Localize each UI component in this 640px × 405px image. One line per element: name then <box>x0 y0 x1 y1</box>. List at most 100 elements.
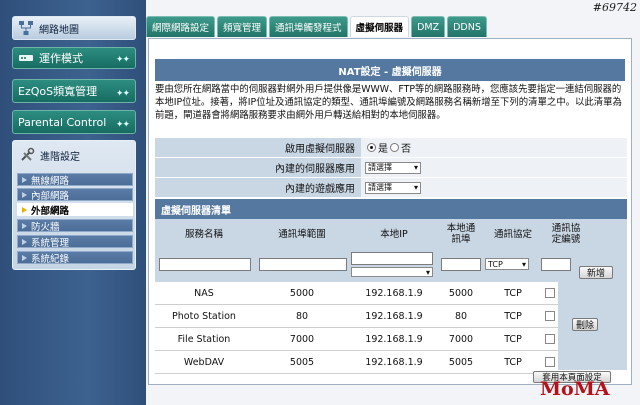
sparkle-icon: ✦✦ <box>115 89 130 99</box>
protocol-select[interactable]: TCP ▾ <box>485 258 529 270</box>
cell-name: WebDAV <box>183 356 225 368</box>
builtin-app-row: 內建的伺服器應用 請選擇 ▾ <box>155 158 627 178</box>
radio-yes[interactable] <box>367 143 376 152</box>
triangle-right-icon <box>22 254 27 261</box>
radio-no[interactable] <box>390 143 399 152</box>
port-range-input[interactable] <box>259 258 347 271</box>
select-value: 請選擇 <box>368 163 392 172</box>
cell-local_port: 5005 <box>448 356 474 368</box>
moma-watermark: MoMA <box>540 378 610 400</box>
row-checkbox[interactable] <box>544 288 555 298</box>
nav-ezqos-label: EzQoS頻寬管理 <box>18 85 98 98</box>
tab-ddns[interactable]: DDNS <box>447 16 487 37</box>
builtin-game-row: 內建的遊戲應用 請選擇 ▾ <box>155 178 627 198</box>
nav-ezqos[interactable]: EzQoS頻寬管理 ✦✦ <box>12 79 136 103</box>
cell-local_port: 80 <box>454 310 468 322</box>
enable-row: 啟用虛擬伺服器 是 否 <box>155 138 627 158</box>
network-map-icon <box>18 20 34 36</box>
service-name-input[interactable] <box>159 258 251 271</box>
col-service-name: 服務名稱 <box>184 228 223 240</box>
table-row: File Station 7000 192.168.1.9 7000 TCP <box>155 328 558 351</box>
col-action <box>591 219 627 249</box>
protocol-number-input[interactable] <box>541 258 571 271</box>
cell-name: NAS <box>194 287 214 299</box>
delete-button[interactable]: 刪除 <box>572 318 598 331</box>
col-protocol-number: 通訊協定編號 <box>551 223 581 245</box>
tab-virtual-server[interactable]: 虛擬伺服器 <box>349 16 410 37</box>
nav-parental-control[interactable]: Parental Control ✦✦ <box>12 110 136 134</box>
enable-label: 啟用虛擬伺服器 <box>155 138 361 157</box>
triangle-right-icon <box>22 222 27 229</box>
radio-yes-label: 是 <box>378 144 388 155</box>
select-value: 請選擇 <box>368 183 392 192</box>
builtin-app-select[interactable]: 請選擇 ▾ <box>365 161 421 174</box>
cell-ip: 192.168.1.9 <box>365 356 423 368</box>
triangle-right-icon <box>22 191 27 198</box>
select-value: TCP <box>488 259 503 269</box>
input-row: ▾ TCP ▾ 新增 <box>155 249 627 283</box>
tools-icon <box>19 147 35 163</box>
table-header: 服務名稱 通訊埠範圍 本地IP 本地通訊埠 通訊協定 通訊協定編號 <box>155 219 627 249</box>
nav-operation-mode[interactable]: 運作模式 ✦✦ <box>12 47 136 69</box>
sub-item-label: 系統管理 <box>31 237 70 249</box>
nav-network-map[interactable]: 網路地圖 <box>12 16 136 40</box>
sub-item-wireless[interactable]: 無線網路 <box>17 173 133 187</box>
cell-select <box>541 305 558 327</box>
cell-ip: 192.168.1.9 <box>365 333 423 345</box>
builtin-app-label: 內建的伺服器應用 <box>155 158 361 177</box>
cell-port: 5000 <box>289 287 315 299</box>
table-row: NAS 5000 192.168.1.9 5000 TCP <box>155 282 558 305</box>
list-section-title: 虛擬伺服器清單 <box>155 199 627 219</box>
triangle-right-icon <box>22 176 27 183</box>
triangle-right-icon <box>22 206 27 213</box>
cell-ip: 192.168.1.9 <box>365 310 423 322</box>
tab-port-trigger[interactable]: 通訊埠觸發程式 <box>269 16 348 37</box>
col-local-ip: 本地IP <box>380 228 408 240</box>
cell-local_port: 7000 <box>448 333 474 345</box>
operation-mode-icon <box>18 50 34 66</box>
sub-item-system-log[interactable]: 系統紀錄 <box>17 251 133 265</box>
settings-form: 啟用虛擬伺服器 是 否 內建的伺服器應用 請選擇 ▾ 內建的遊戲應用 請選擇 ▾ <box>155 138 627 198</box>
col-local-port: 本地通訊埠 <box>446 223 476 245</box>
local-port-input[interactable] <box>441 258 481 271</box>
nav-operation-mode-label: 運作模式 <box>39 52 83 65</box>
sub-item-label: 系統紀錄 <box>31 253 70 265</box>
col-protocol: 通訊協定 <box>493 228 532 240</box>
sub-item-firewall[interactable]: 防火牆 <box>17 219 133 233</box>
triangle-right-icon <box>22 238 27 245</box>
local-ip-input[interactable] <box>351 252 433 265</box>
radio-no-label: 否 <box>401 144 411 155</box>
row-checkbox[interactable] <box>544 334 555 344</box>
advanced-settings-title[interactable]: 進階設定 <box>13 144 80 166</box>
cell-select <box>541 351 558 373</box>
row-checkbox[interactable] <box>544 357 555 367</box>
cell-port: 5005 <box>289 356 315 368</box>
row-checkbox[interactable] <box>544 311 555 321</box>
cell-select <box>541 328 558 350</box>
advanced-settings-label: 進階設定 <box>40 151 80 163</box>
cell-port: 7000 <box>289 333 315 345</box>
cell-proto: TCP <box>504 310 522 322</box>
sub-item-label: 內部網路 <box>31 190 70 202</box>
cell-port: 80 <box>295 310 309 322</box>
sub-item-administration[interactable]: 系統管理 <box>17 235 133 249</box>
tab-dmz[interactable]: DMZ <box>411 16 446 37</box>
builtin-game-select[interactable]: 請選擇 ▾ <box>365 181 421 194</box>
cell-proto: TCP <box>504 333 522 345</box>
cell-ip: 192.168.1.9 <box>365 287 423 299</box>
add-button[interactable]: 新增 <box>579 266 613 279</box>
cell-local_port: 5000 <box>448 287 474 299</box>
tab-bar: 網際網路設定 頻寬管理 通訊埠觸發程式 虛擬伺服器 DMZ DDNS <box>146 16 489 37</box>
cell-proto: TCP <box>504 356 522 368</box>
table-row: Photo Station 80 192.168.1.9 80 TCP <box>155 305 558 328</box>
sub-item-lan[interactable]: 內部網路 <box>17 188 133 202</box>
sub-item-wan[interactable]: 外部網路 <box>17 203 133 217</box>
image-corner-tag: #69742 <box>592 1 637 14</box>
chevron-down-icon: ▾ <box>413 183 418 192</box>
panel-title: NAT設定 - 虛擬伺服器 <box>155 59 625 81</box>
chevron-down-icon: ▾ <box>413 163 418 172</box>
cell-name: Photo Station <box>172 310 236 322</box>
local-ip-select[interactable]: ▾ <box>351 267 433 277</box>
tab-bandwidth[interactable]: 頻寬管理 <box>217 16 268 37</box>
tab-internet-settings[interactable]: 網際網路設定 <box>146 16 216 37</box>
